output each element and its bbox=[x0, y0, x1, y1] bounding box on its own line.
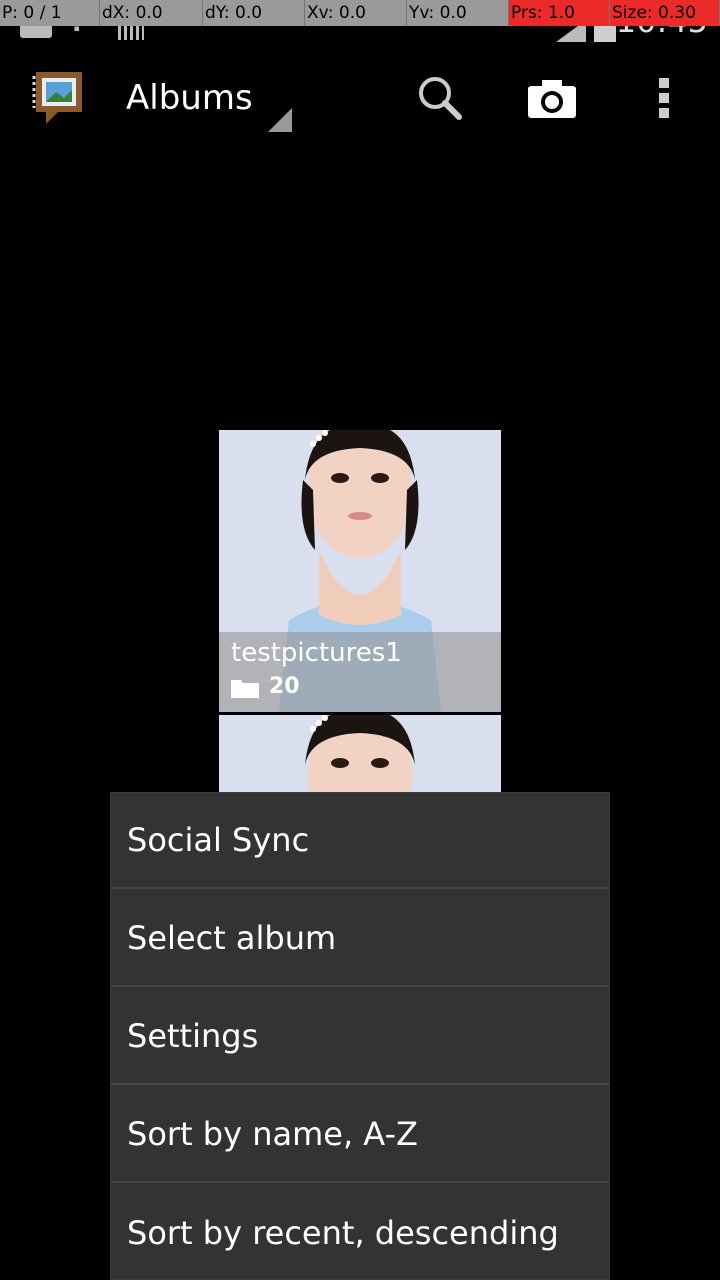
search-icon bbox=[419, 77, 462, 120]
debug-pointer-count: P: 0 / 1 bbox=[0, 0, 100, 26]
pointer-location-overlay: P: 0 / 1 dX: 0.0 dY: 0.0 Xv: 0.0 Yv: 0.0… bbox=[0, 0, 720, 26]
overflow-menu-button[interactable] bbox=[634, 68, 694, 128]
debug-size: Size: 0.30 bbox=[610, 0, 720, 26]
spinner-indicator-icon[interactable] bbox=[268, 108, 292, 132]
album-tile[interactable]: testpictures1 20 bbox=[219, 430, 501, 712]
menu-item-social-sync[interactable]: Social Sync bbox=[111, 793, 609, 889]
album-caption: testpictures1 20 bbox=[219, 632, 501, 712]
debug-xv: Xv: 0.0 bbox=[305, 0, 407, 26]
overflow-menu-icon bbox=[659, 78, 669, 118]
debug-dy: dY: 0.0 bbox=[203, 0, 305, 26]
menu-item-settings[interactable]: Settings bbox=[111, 989, 609, 1085]
action-bar: Albums bbox=[0, 48, 720, 148]
menu-item-sort-by-name[interactable]: Sort by name, A-Z bbox=[111, 1087, 609, 1183]
debug-yv: Yv: 0.0 bbox=[407, 0, 509, 26]
camera-icon bbox=[528, 80, 576, 118]
overflow-menu: Social Sync Select album Settings Sort b… bbox=[110, 792, 610, 1280]
folder-icon bbox=[231, 680, 259, 698]
camera-button[interactable] bbox=[522, 68, 582, 128]
menu-item-sort-by-recent[interactable]: Sort by recent, descending bbox=[111, 1185, 609, 1280]
app-icon[interactable] bbox=[28, 68, 86, 126]
menu-item-select-album[interactable]: Select album bbox=[111, 891, 609, 987]
debug-pressure: Prs: 1.0 bbox=[509, 0, 610, 26]
album-tile[interactable] bbox=[219, 715, 501, 795]
debug-dx: dX: 0.0 bbox=[100, 0, 203, 26]
album-count: 20 bbox=[269, 674, 300, 699]
album-name: testpictures1 bbox=[231, 638, 402, 668]
album-thumbnail bbox=[219, 715, 501, 795]
albums-title[interactable]: Albums bbox=[126, 78, 253, 118]
search-button[interactable] bbox=[410, 68, 470, 128]
